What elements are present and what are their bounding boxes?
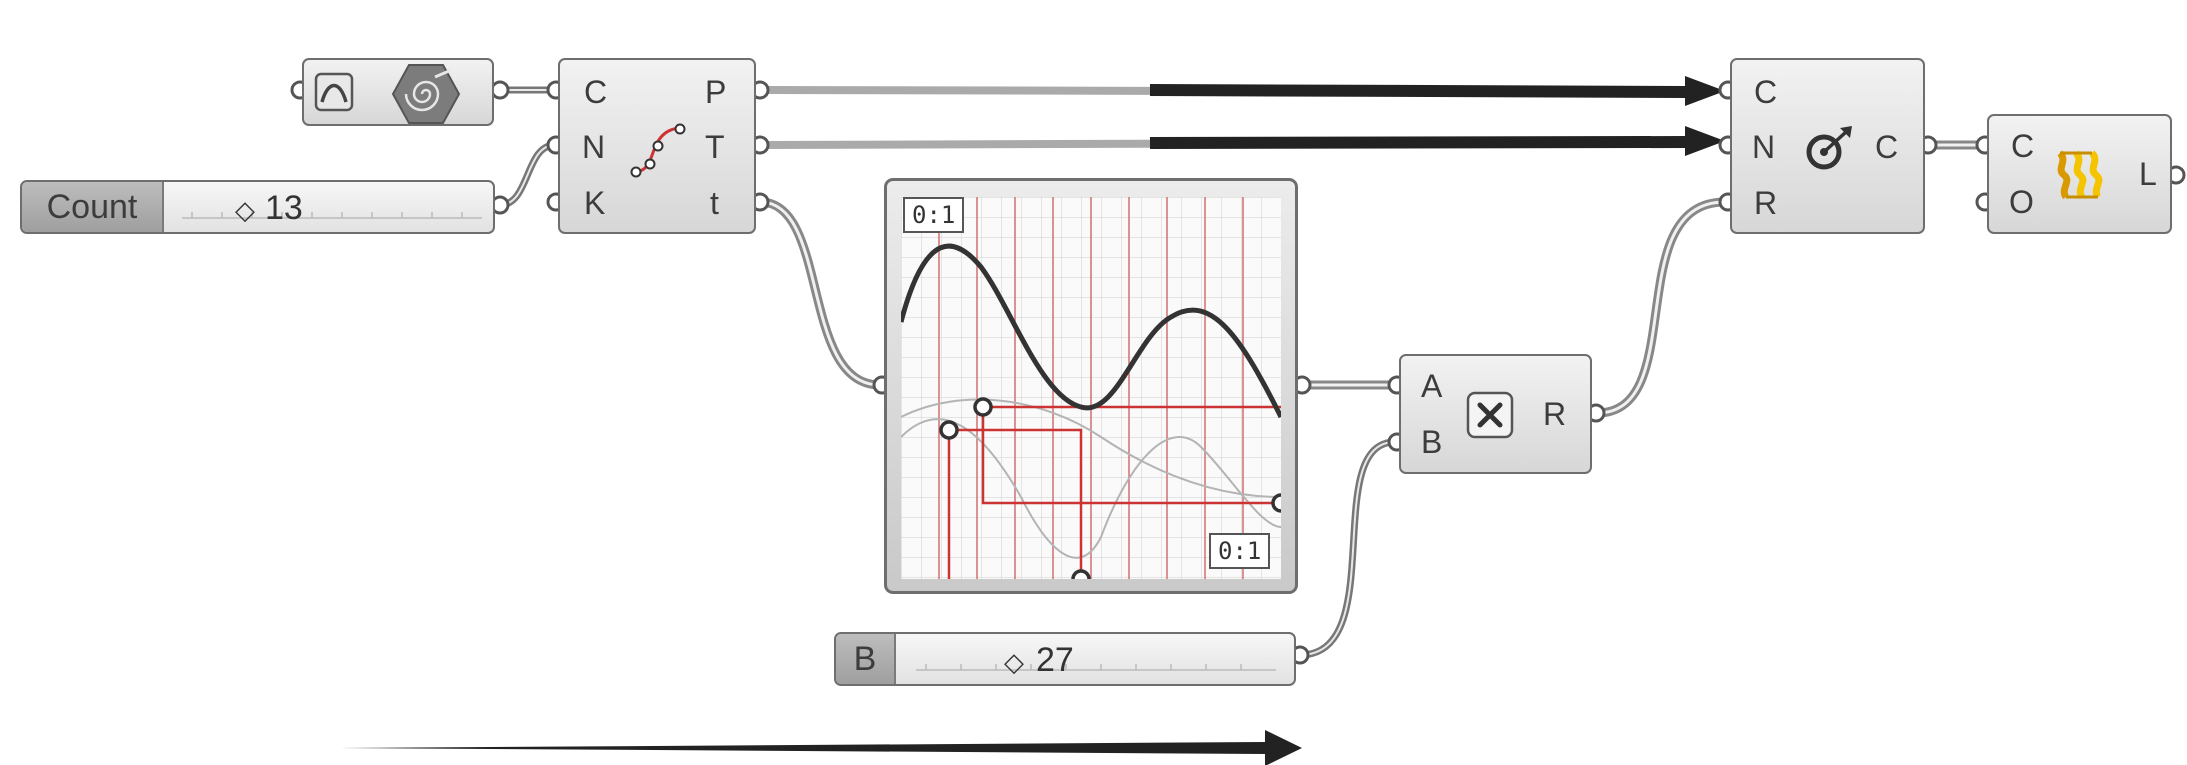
output-label-p: P xyxy=(705,74,727,110)
input-label-o: O xyxy=(2009,184,2034,220)
curve-toggle-icon[interactable] xyxy=(314,72,354,112)
port-curve-out[interactable] xyxy=(490,80,510,100)
spiral-curve-icon xyxy=(391,64,461,124)
wire-multiply-to-circle xyxy=(1596,197,1726,418)
graph-grip-4[interactable] xyxy=(1271,493,1281,513)
output-label-l: L xyxy=(2139,156,2157,192)
multiply-icon xyxy=(1466,391,1514,439)
count-slider[interactable]: Count ◇ 13 xyxy=(20,180,495,234)
arrow-points-to-circle xyxy=(1150,84,1685,98)
slider-value-count: 13 xyxy=(265,189,303,227)
input-label-k: K xyxy=(584,185,606,221)
slider-track[interactable] xyxy=(182,192,492,226)
slider-value-b: 27 xyxy=(1036,641,1074,679)
slider-grip-icon[interactable]: ◇ xyxy=(235,195,255,226)
divide-curve-icon xyxy=(630,123,686,178)
wire-b-to-multiply xyxy=(1299,438,1396,659)
b-slider[interactable]: B ◇ 27 xyxy=(834,632,1296,686)
graph-grip-3[interactable] xyxy=(1071,569,1091,579)
graph-grip-1[interactable] xyxy=(939,420,959,440)
input-label-n: N xyxy=(1752,129,1776,165)
circle-target-icon xyxy=(1806,126,1852,170)
graph-plot-area[interactable] xyxy=(901,197,1281,579)
input-label-r: R xyxy=(1754,185,1778,221)
divide-curve-component[interactable]: C N K P T t xyxy=(558,58,756,234)
wire-params-to-graph xyxy=(759,197,881,390)
input-label-n: N xyxy=(582,129,606,165)
graph-x-domain-tag[interactable]: 0:1 xyxy=(903,197,965,233)
curve-param-component[interactable] xyxy=(302,58,494,126)
loft-component[interactable]: C O L xyxy=(1987,114,2172,234)
output-label-tparam: t xyxy=(710,185,719,221)
slider-track[interactable] xyxy=(916,644,1286,678)
graph-y-domain-tag[interactable]: 0:1 xyxy=(1209,533,1271,569)
slider-name-count: Count xyxy=(22,182,164,232)
graph-grip-2[interactable] xyxy=(973,397,993,417)
input-label-c: C xyxy=(584,74,608,110)
output-label-c: C xyxy=(1875,129,1899,165)
graph-mapper-component[interactable]: 0:1 0:1 xyxy=(884,178,1298,594)
bottom-arrow xyxy=(340,742,1265,754)
input-label-c: C xyxy=(1754,74,1778,110)
input-label-c: C xyxy=(2011,128,2035,164)
slider-grip-icon[interactable]: ◇ xyxy=(1004,647,1024,678)
loft-icon xyxy=(2057,150,2103,200)
input-label-b: B xyxy=(1421,424,1443,460)
arrow-tangents-to-circle xyxy=(1150,136,1685,149)
output-label-t: T xyxy=(705,129,725,165)
input-label-a: A xyxy=(1421,368,1443,404)
output-label-r: R xyxy=(1543,396,1567,432)
multiplication-component[interactable]: A B R xyxy=(1399,354,1592,474)
slider-name-b: B xyxy=(836,634,896,684)
circle-cnr-component[interactable]: C N R C xyxy=(1730,58,1925,234)
